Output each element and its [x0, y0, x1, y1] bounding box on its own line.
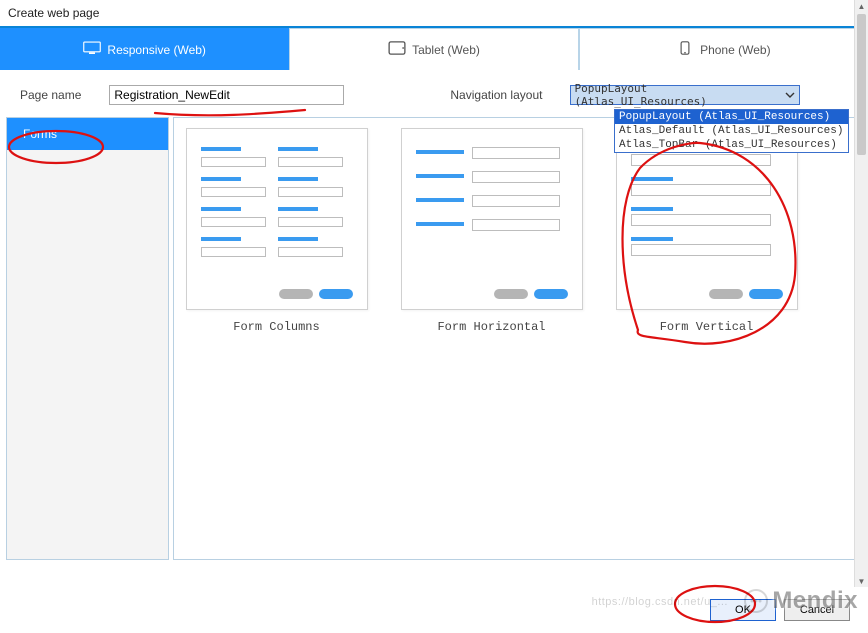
tab-responsive[interactable]: Responsive (Web)	[0, 28, 289, 70]
main-area: Forms	[0, 115, 868, 560]
template-form-horizontal-thumb	[401, 128, 583, 310]
nav-option-1[interactable]: Atlas_Default (Atlas_UI_Resources)	[615, 124, 848, 138]
template-gallery: Form Columns Form Horizontal	[173, 117, 858, 560]
dialog-footer: OK Cancel	[0, 587, 868, 633]
thumb-ok-pill	[534, 289, 568, 299]
template-form-vertical[interactable]: Form Vertical	[614, 128, 799, 334]
nav-layout-select[interactable]: PopupLayout (Atlas_UI_Resources)	[570, 85, 800, 105]
template-form-vertical-label: Form Vertical	[660, 320, 754, 334]
nav-option-2[interactable]: Atlas_TopBar (Atlas_UI_Resources)	[615, 138, 848, 152]
tab-responsive-label: Responsive (Web)	[107, 43, 205, 57]
tab-phone-label: Phone (Web)	[700, 43, 770, 57]
scroll-down-icon[interactable]: ▼	[857, 575, 866, 587]
tab-tablet-label: Tablet (Web)	[412, 43, 480, 57]
template-form-horizontal[interactable]: Form Horizontal	[399, 128, 584, 334]
window-title: Create web page	[8, 6, 99, 20]
scroll-thumb[interactable]	[857, 14, 866, 155]
scroll-up-icon[interactable]: ▲	[857, 0, 866, 12]
chevron-down-icon	[785, 90, 795, 100]
nav-layout-label: Navigation layout	[450, 88, 542, 102]
category-sidebar: Forms	[6, 117, 169, 560]
thumb-cancel-pill	[709, 289, 743, 299]
template-form-horizontal-label: Form Horizontal	[437, 320, 545, 334]
nav-option-0[interactable]: PopupLayout (Atlas_UI_Resources)	[615, 110, 848, 124]
title-bar: Create web page ×	[0, 0, 868, 28]
template-form-columns[interactable]: Form Columns	[184, 128, 369, 334]
thumb-ok-pill	[749, 289, 783, 299]
tablet-icon	[388, 41, 406, 58]
nav-layout-selected: PopupLayout (Atlas_UI_Resources)	[574, 82, 779, 108]
nav-layout-dropdown[interactable]: PopupLayout (Atlas_UI_Resources) Atlas_D…	[614, 109, 849, 153]
phone-icon	[676, 41, 694, 58]
category-forms[interactable]: Forms	[7, 118, 168, 150]
template-form-columns-label: Form Columns	[233, 320, 319, 334]
thumb-ok-pill	[319, 289, 353, 299]
template-form-vertical-thumb	[616, 128, 798, 310]
desktop-icon	[83, 41, 101, 58]
page-name-input[interactable]	[109, 85, 344, 105]
tab-tablet[interactable]: Tablet (Web)	[289, 28, 578, 70]
tab-phone[interactable]: Phone (Web)	[579, 28, 868, 70]
thumb-cancel-pill	[494, 289, 528, 299]
thumb-cancel-pill	[279, 289, 313, 299]
vertical-scrollbar[interactable]: ▲ ▼	[854, 0, 868, 587]
cancel-button[interactable]: Cancel	[784, 599, 850, 621]
device-tabs: Responsive (Web) Tablet (Web) Phone (Web…	[0, 28, 868, 70]
ok-button[interactable]: OK	[710, 599, 776, 621]
template-form-columns-thumb	[186, 128, 368, 310]
page-name-label: Page name	[20, 88, 81, 102]
